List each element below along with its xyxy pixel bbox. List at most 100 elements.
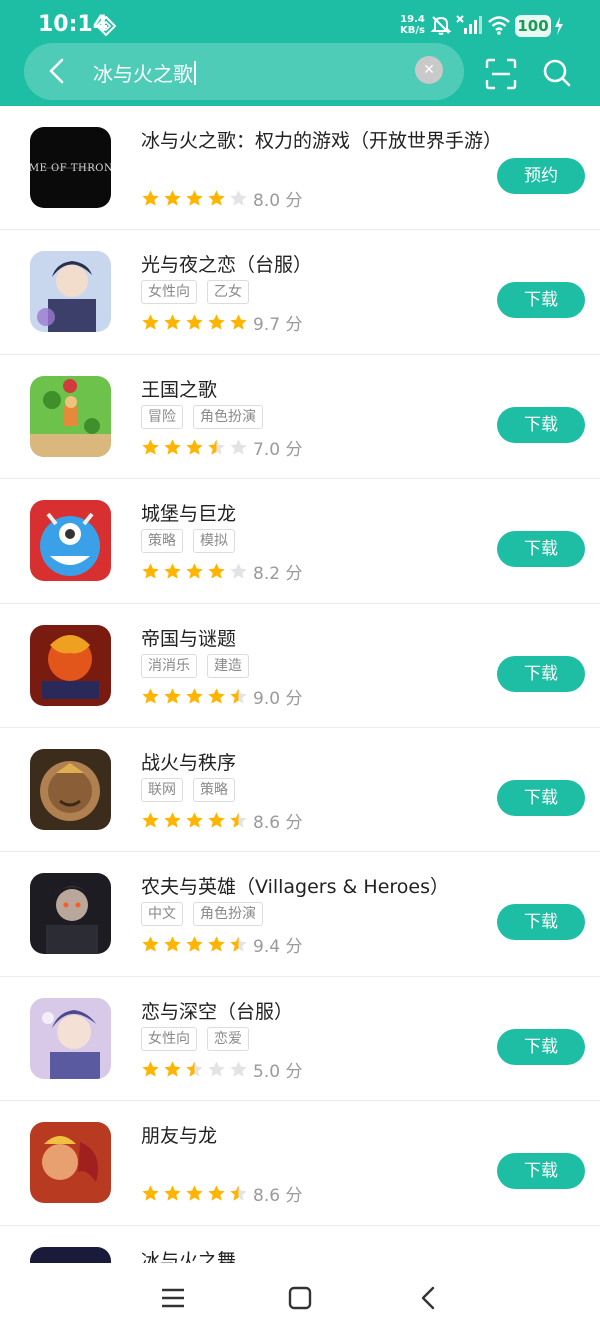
rating-stars — [141, 810, 251, 830]
download-button[interactable]: 下载 — [497, 1028, 585, 1065]
app-list-item[interactable]: 冰与火之舞 — [0, 1226, 600, 1263]
star-icon — [208, 812, 225, 828]
menu-icon[interactable] — [158, 1283, 188, 1313]
search-results-list: GAME OF THRONES 冰与火之歌：权力的游戏（开放世界手游） 8.0 分 预… — [0, 106, 600, 1263]
wifi-icon — [488, 16, 510, 35]
app-icon[interactable] — [30, 997, 111, 1079]
rating-score: 9.0 分 — [253, 688, 303, 709]
app-icon[interactable] — [30, 624, 111, 706]
star-icon — [230, 1061, 247, 1077]
search-bar[interactable] — [24, 43, 464, 100]
download-button[interactable]: 下载 — [497, 655, 585, 692]
app-icon[interactable] — [30, 1122, 111, 1204]
star-icon — [164, 190, 181, 206]
back-chevron-icon[interactable] — [414, 1283, 444, 1313]
star-icon — [230, 936, 247, 952]
app-list-item[interactable]: 帝国与谜题 消消乐 建造 9.0 分下载 — [0, 604, 600, 728]
star-icon — [230, 563, 247, 579]
rating-score: 9.7 分 — [253, 315, 303, 336]
star-icon — [230, 812, 247, 828]
app-list-item[interactable]: 战火与秩序 联网 策略 8.6 分 下载 — [0, 728, 600, 853]
app-icon[interactable] — [30, 748, 111, 830]
star-icon — [208, 190, 225, 206]
home-square-icon[interactable] — [285, 1283, 315, 1313]
star-icon — [208, 687, 225, 704]
app-name[interactable]: 光与夜之恋（台服） — [141, 250, 312, 277]
app-list-item[interactable]: 朋友与龙 8.6 分 下载 — [0, 1101, 600, 1226]
star-icon — [186, 687, 203, 704]
star-icon — [186, 314, 203, 331]
rating-stars — [141, 1183, 251, 1203]
app-tag: 角色扮演 — [193, 902, 263, 927]
app-tag: 建造 — [207, 653, 249, 678]
app-name[interactable]: 王国之歌 — [141, 375, 217, 402]
download-button[interactable]: 下载 — [497, 406, 585, 443]
star-icon — [142, 1061, 159, 1077]
rating-score: 8.2 分 — [253, 564, 303, 585]
app-list-item[interactable]: GAME OF THRONES 冰与火之歌：权力的游戏（开放世界手游） 8.0 分 预… — [0, 106, 600, 231]
rating-stars — [141, 934, 251, 954]
app-list-item[interactable]: 王国之歌 冒险 角色扮演 7.0 分 下载 — [0, 355, 600, 480]
rating-score: 8.6 分 — [253, 812, 303, 833]
rating-score: 8.6 分 — [253, 1186, 303, 1207]
star-icon — [230, 439, 247, 455]
app-tag: 角色扮演 — [193, 404, 263, 429]
app-icon[interactable] — [30, 873, 111, 955]
shield-icon — [96, 16, 116, 36]
reserve-button[interactable]: 预约 — [497, 158, 585, 194]
app-tag: 女性向 — [141, 280, 197, 305]
search-input[interactable]: 冰与火之歌 — [93, 58, 196, 87]
star-icon — [186, 812, 203, 828]
app-name[interactable]: 农夫与英雄（Villagers & Heroes） — [141, 872, 449, 899]
app-list-item[interactable]: 城堡与巨龙 策略 模拟 8.2 分 下载 — [0, 479, 600, 604]
app-icon[interactable] — [30, 251, 111, 333]
star-icon — [230, 314, 247, 331]
app-list-item[interactable]: 恋与深空（台服） 女性向 恋爱 5.0 分下载 — [0, 977, 600, 1102]
app-tag: 中文 — [141, 902, 183, 927]
download-button[interactable]: 下载 — [497, 282, 585, 319]
star-icon — [142, 563, 159, 579]
app-list-item[interactable]: 光与夜之恋（台服） 女性向 乙女 9.7 分下载 — [0, 230, 600, 355]
app-name[interactable]: 朋友与龙 — [141, 1121, 217, 1148]
star-icon — [142, 812, 159, 828]
scan-icon[interactable] — [484, 57, 518, 91]
star-icon — [142, 190, 159, 206]
clear-search-icon[interactable]: ✕ — [415, 56, 443, 84]
download-button[interactable]: 下载 — [497, 904, 585, 941]
download-button[interactable]: 下载 — [497, 779, 585, 816]
search-icon[interactable] — [539, 55, 575, 91]
app-name[interactable]: 战火与秩序 — [141, 748, 236, 775]
app-tags: 冒险 角色扮演 — [141, 404, 273, 429]
star-icon — [230, 687, 247, 704]
network-speed-value: 19.4 — [400, 14, 425, 25]
app-name[interactable]: 帝国与谜题 — [141, 624, 236, 651]
network-speed-unit: KB/s — [400, 25, 425, 36]
app-name[interactable]: 冰与火之舞 — [141, 1246, 236, 1263]
app-header: 10:14 19.4 KB/s 100 冰与火之歌 ✕ — [0, 0, 600, 106]
app-name[interactable]: 冰与火之歌：权力的游戏（开放世界手游） — [141, 126, 502, 153]
app-tag: 恋爱 — [207, 1026, 249, 1051]
rating-stars — [141, 312, 251, 332]
back-arrow-icon[interactable] — [36, 54, 76, 88]
app-list-item[interactable]: 农夫与英雄（Villagers & Heroes） 中文 角色扮演 9.4 分 下载 — [0, 852, 600, 977]
system-nav-bar — [0, 1263, 600, 1333]
star-icon — [186, 936, 203, 952]
app-icon[interactable] — [30, 500, 111, 582]
star-icon — [164, 563, 181, 579]
rating-score: 9.4 分 — [253, 937, 303, 958]
download-button[interactable]: 下载 — [497, 531, 585, 568]
app-icon[interactable] — [30, 375, 111, 457]
app-icon[interactable] — [30, 1246, 111, 1263]
app-icon[interactable]: GAME OF THRONES — [30, 127, 111, 208]
download-button[interactable]: 下载 — [497, 1153, 585, 1190]
mute-bell-icon — [430, 16, 452, 35]
star-icon — [186, 1061, 203, 1077]
app-tags: 中文 角色扮演 — [141, 902, 273, 927]
app-name[interactable]: 恋与深空（台服） — [141, 997, 293, 1024]
star-icon — [186, 1185, 203, 1201]
text-cursor — [194, 61, 196, 85]
star-icon — [230, 1185, 247, 1201]
rating-stars — [141, 188, 251, 208]
rating-stars — [141, 561, 251, 581]
app-name[interactable]: 城堡与巨龙 — [141, 499, 236, 526]
